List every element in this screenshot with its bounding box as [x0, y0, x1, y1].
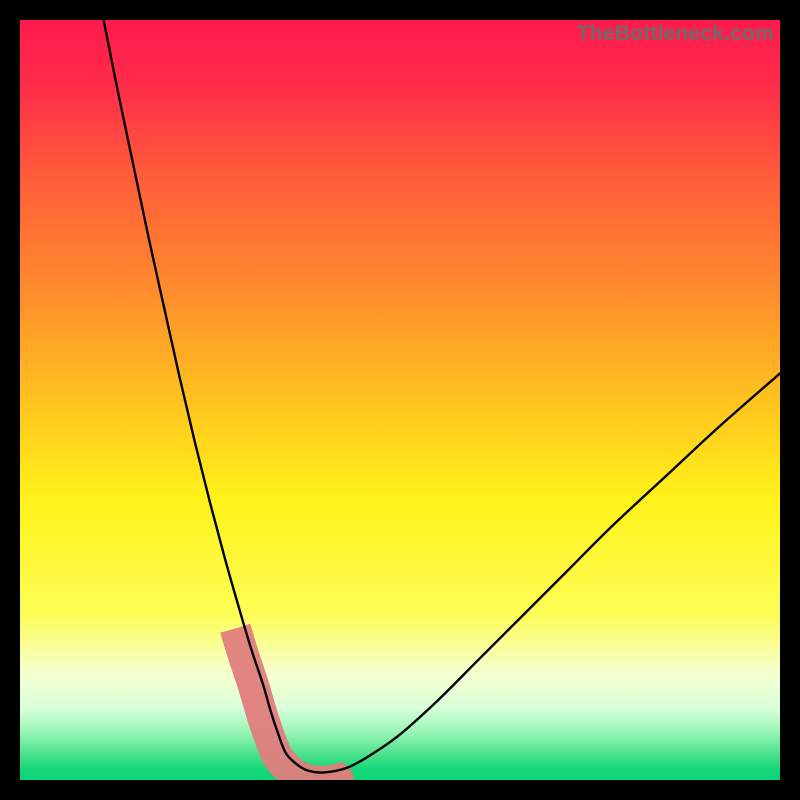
chart-svg: [20, 20, 780, 780]
chart-background-gradient: [20, 20, 780, 780]
chart-plot-area: TheBottleneck.com: [20, 20, 780, 780]
chart-frame: TheBottleneck.com: [0, 0, 800, 800]
watermark-text: TheBottleneck.com: [577, 22, 774, 46]
